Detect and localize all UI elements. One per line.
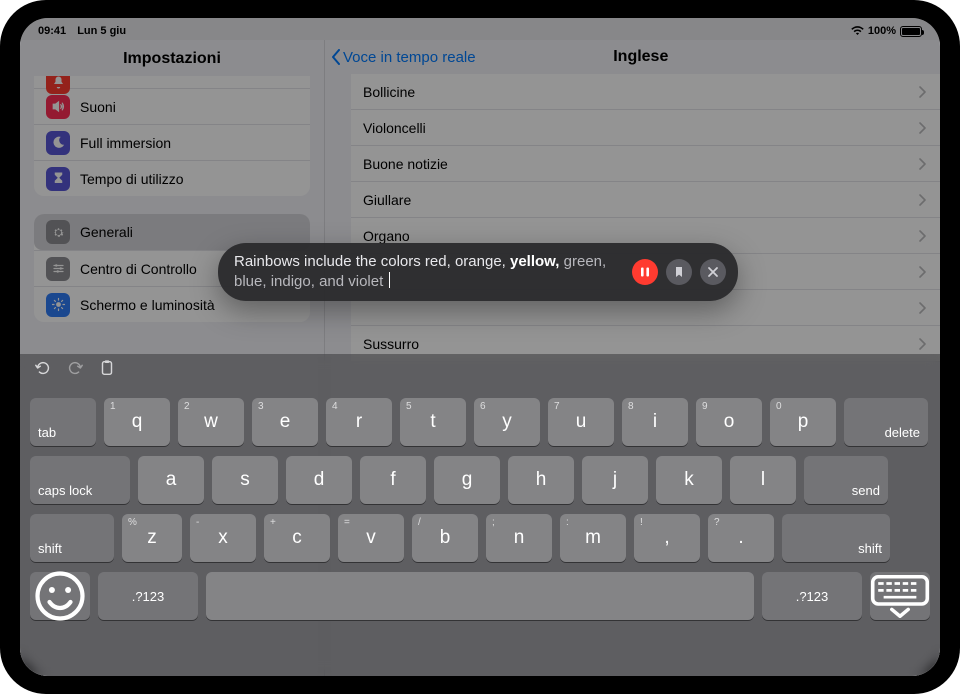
key-d[interactable]: d [286,456,352,504]
key-space[interactable] [206,572,754,620]
pause-button[interactable] [632,259,658,285]
status-date: Lun 5 giu [77,25,126,37]
sidebar-item-label: Generali [80,224,298,240]
speaker-icon [46,95,70,119]
key-dismiss[interactable] [870,572,930,620]
voice-label: Violoncelli [363,120,426,136]
key-y[interactable]: 6y [474,398,540,446]
clipboard-button[interactable] [98,359,116,377]
bell-icon [46,76,70,94]
wifi-icon [851,26,864,36]
key-c[interactable]: +c [264,514,330,562]
key-z[interactable]: %z [122,514,182,562]
voice-row-giullare[interactable]: Giullare [351,182,940,218]
chevron-right-icon [918,194,926,206]
undo-button[interactable] [34,359,52,377]
sidebar-item-full-immersion[interactable]: Full immersion [34,124,310,160]
key-send[interactable]: send [804,456,888,504]
chevron-right-icon [918,86,926,98]
key-p[interactable]: 0p [770,398,836,446]
key-punct-period[interactable]: ?. [708,514,774,562]
chevron-right-icon [918,158,926,170]
gear-icon [46,220,70,244]
key-u[interactable]: 7u [548,398,614,446]
sun-icon [46,293,70,317]
key-t[interactable]: 5t [400,398,466,446]
sidebar-item-notifiche[interactable]: Notifiche [34,76,310,88]
status-bar: 09:41 Lun 5 giu 100% [20,18,940,40]
key-delete[interactable]: delete [844,398,928,446]
live-speech-bubble: Rainbows include the colors red, orange,… [218,243,738,301]
redo-button[interactable] [66,359,84,377]
voice-label: Bollicine [363,84,415,100]
key-j[interactable]: j [582,456,648,504]
chevron-right-icon [918,122,926,134]
close-button[interactable] [700,259,726,285]
voice-row-bollicine[interactable]: Bollicine [351,74,940,110]
key-f[interactable]: f [360,456,426,504]
key-shift-left[interactable]: shift [30,514,114,562]
sidebar-item-suoni[interactable]: Suoni [34,88,310,124]
key-w[interactable]: 2w [178,398,244,446]
voice-label: Sussurro [363,336,419,352]
key-punct-comma[interactable]: !, [634,514,700,562]
sidebar-item-label: Full immersion [80,135,298,151]
key-r[interactable]: 4r [326,398,392,446]
key-l[interactable]: l [730,456,796,504]
sliders-icon [46,257,70,281]
key-tab[interactable]: tab [30,398,96,446]
hourglass-icon [46,167,70,191]
sidebar-item-tempo-di-utilizzo[interactable]: Tempo di utilizzo [34,160,310,196]
sidebar-title: Impostazioni [20,40,324,76]
key-numsym-left[interactable]: .?123 [98,572,198,620]
moon-icon [46,131,70,155]
voice-label: Giullare [363,192,411,208]
sidebar-item-label: Tempo di utilizzo [80,171,298,187]
key-g[interactable]: g [434,456,500,504]
status-time: 09:41 [38,25,66,37]
voice-row-buone-notizie[interactable]: Buone notizie [351,146,940,182]
key-s[interactable]: s [212,456,278,504]
key-x[interactable]: -x [190,514,256,562]
key-m[interactable]: :m [560,514,626,562]
key-a[interactable]: a [138,456,204,504]
keyboard: tab 1q2w3e4r5t6y7u8i9o0pdelete caps lock… [20,354,940,676]
chevron-right-icon [918,230,926,242]
bookmark-button[interactable] [666,259,692,285]
key-numsym-right[interactable]: .?123 [762,572,862,620]
voice-row-violoncelli[interactable]: Violoncelli [351,110,940,146]
key-o[interactable]: 9o [696,398,762,446]
key-emoji[interactable] [30,572,90,620]
chevron-right-icon [918,338,926,350]
chevron-right-icon [918,266,926,278]
key-n[interactable]: ;n [486,514,552,562]
sidebar-item-label: Suoni [80,99,298,115]
page-title: Inglese [356,48,926,66]
chevron-right-icon [918,302,926,314]
key-k[interactable]: k [656,456,722,504]
battery-percent: 100% [868,25,896,37]
key-capslock[interactable]: caps lock [30,456,130,504]
voice-label: Buone notizie [363,156,448,172]
voice-label: Organo [363,228,410,244]
battery-icon [900,26,922,37]
key-b[interactable]: /b [412,514,478,562]
key-q[interactable]: 1q [104,398,170,446]
key-h[interactable]: h [508,456,574,504]
key-i[interactable]: 8i [622,398,688,446]
live-speech-text: Rainbows include the colors red, orange,… [234,253,624,292]
key-v[interactable]: =v [338,514,404,562]
key-e[interactable]: 3e [252,398,318,446]
key-shift-right[interactable]: shift [782,514,890,562]
